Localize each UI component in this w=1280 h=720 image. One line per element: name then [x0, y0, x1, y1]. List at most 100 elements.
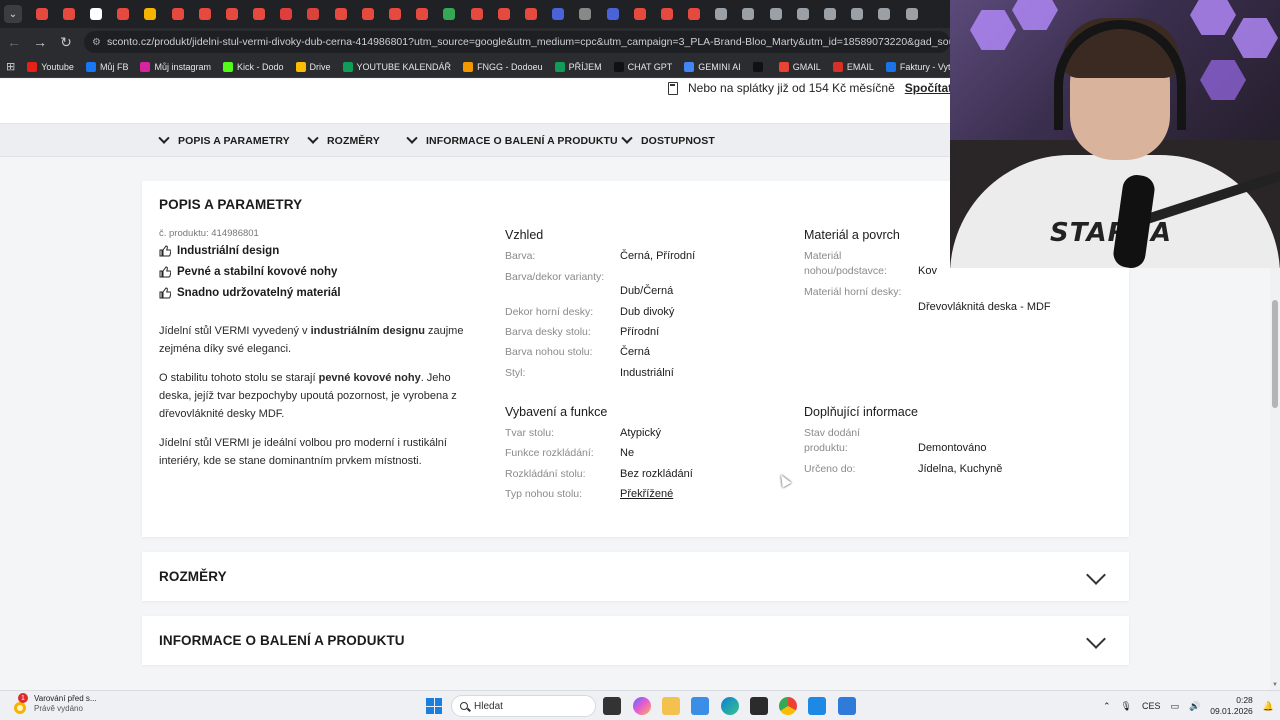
task-view-icon[interactable] — [603, 697, 621, 715]
bookmark-item[interactable]: Můj instagram — [140, 61, 211, 72]
anchor-availability[interactable]: DOSTUPNOST — [621, 124, 715, 158]
browser-tab[interactable] — [300, 0, 327, 28]
bookmark-item[interactable]: YOUTUBE KALENDÁŘ — [342, 61, 451, 72]
browser-tab[interactable] — [762, 0, 789, 28]
browser-tab[interactable] — [164, 0, 191, 28]
browser-tab[interactable] — [490, 0, 517, 28]
browser-tab[interactable] — [517, 0, 544, 28]
browser-tab[interactable] — [381, 0, 408, 28]
app-icon[interactable] — [838, 697, 856, 715]
tab-favicon-icon — [878, 8, 891, 20]
tab-favicon-icon — [361, 8, 374, 20]
copilot-icon[interactable] — [633, 697, 651, 715]
browser-tab[interactable] — [55, 0, 82, 28]
browser-tab[interactable] — [273, 0, 300, 28]
notification-widget[interactable]: 1 Varování před s... Právě vydáno — [12, 693, 97, 715]
browser-tab[interactable] — [735, 0, 762, 28]
forward-button[interactable]: → — [28, 30, 52, 54]
browser-tab[interactable] — [110, 0, 137, 28]
bookmark-item[interactable] — [752, 61, 767, 72]
browser-tab[interactable] — [708, 0, 735, 28]
browser-tab[interactable] — [816, 0, 843, 28]
browser-tab[interactable] — [572, 0, 599, 28]
browser-tab[interactable] — [681, 0, 708, 28]
thumbs-up-icon — [159, 287, 171, 299]
bookmark-item[interactable]: Faktury - Vytváření — [885, 61, 950, 72]
browser-tab[interactable] — [898, 0, 925, 28]
browser-tab[interactable] — [409, 0, 436, 28]
anchor-label: POPIS A PARAMETRY — [178, 135, 290, 147]
param-key: Barva: — [505, 250, 536, 262]
anchor-packaging[interactable]: INFORMACE O BALENÍ A PRODUKTU — [406, 124, 618, 158]
address-bar[interactable]: ⚙ sconto.cz/produkt/jidelni-stul-vermi-d… — [84, 31, 950, 53]
taskbar-search[interactable]: Hledat — [451, 695, 596, 717]
site-info-icon[interactable]: ⚙ — [92, 37, 101, 48]
reload-button[interactable]: ↻ — [54, 30, 78, 54]
bookmark-favicon-icon — [554, 61, 565, 72]
bookmark-label: Faktury - Vytváření — [899, 61, 950, 72]
browser-tab[interactable] — [871, 0, 898, 28]
tab-favicon-icon — [688, 8, 701, 20]
language-indicator[interactable]: CES — [1142, 701, 1161, 711]
terminal-icon[interactable] — [750, 697, 768, 715]
browser-tab[interactable] — [354, 0, 381, 28]
chevron-down-icon[interactable] — [1086, 629, 1106, 649]
browser-tab[interactable] — [599, 0, 626, 28]
app-icon[interactable] — [808, 697, 826, 715]
scroll-down-arrow[interactable]: ▼ — [1272, 682, 1278, 688]
browser-tab[interactable] — [463, 0, 490, 28]
chevron-down-icon[interactable] — [1086, 565, 1106, 585]
notification-bell-icon[interactable]: 🔔 — [1263, 701, 1274, 712]
installment-info: Nebo na splátky již od 154 Kč měsíčně Sp… — [668, 79, 962, 97]
param-key: Barva nohou stolu: — [505, 346, 593, 358]
browser-tab[interactable] — [218, 0, 245, 28]
volume-icon[interactable]: 🔊 — [1189, 701, 1200, 712]
chevron-up-icon[interactable]: ⌃ — [1103, 701, 1111, 712]
browser-tab[interactable] — [137, 0, 164, 28]
bookmark-item[interactable]: Kick - Dodo — [222, 61, 284, 72]
browser-tab[interactable] — [789, 0, 816, 28]
browser-tab[interactable] — [327, 0, 354, 28]
clock[interactable]: 0:28 09.01.2026 — [1210, 695, 1253, 717]
bookmark-item[interactable]: PŘÍJEM — [554, 61, 602, 72]
start-button[interactable] — [426, 698, 442, 714]
scroll-thumb[interactable] — [1272, 300, 1278, 408]
bookmark-item[interactable]: GMAIL — [778, 61, 821, 72]
bookmark-favicon-icon — [885, 61, 896, 72]
network-icon[interactable]: ▭ — [1171, 701, 1180, 712]
bookmark-item[interactable]: Youtube — [27, 61, 74, 72]
browser-tab[interactable] — [626, 0, 653, 28]
file-explorer-icon[interactable] — [662, 697, 680, 715]
chrome-icon[interactable] — [779, 697, 797, 715]
param-key: Stav dodání produktu: — [804, 427, 861, 454]
bookmark-item[interactable]: Můj FB — [85, 61, 128, 72]
edge-icon[interactable] — [721, 697, 739, 715]
anchor-dimensions[interactable]: ROZMĚRY — [307, 124, 380, 158]
browser-tab[interactable] — [28, 0, 55, 28]
bookmark-item[interactable]: CHAT GPT — [613, 61, 672, 72]
dimensions-section[interactable]: ROZMĚRY — [142, 552, 1129, 601]
tab-favicon-icon — [334, 8, 347, 20]
tab-list — [28, 0, 925, 28]
bookmark-item[interactable]: GEMINI AI — [684, 61, 741, 72]
bookmark-item[interactable]: EMAIL — [832, 61, 874, 72]
browser-tab[interactable] — [844, 0, 871, 28]
param-key: Funkce rozkládání: — [505, 447, 594, 459]
bookmark-item[interactable]: FNGG - Dodoeu — [463, 61, 543, 72]
browser-tab[interactable] — [545, 0, 572, 28]
browser-tab[interactable] — [436, 0, 463, 28]
browser-tab[interactable] — [82, 0, 109, 28]
outlook-icon[interactable] — [691, 697, 709, 715]
tab-search-button[interactable]: ⌄ — [4, 5, 22, 23]
apps-grid-icon[interactable]: ⊞ — [6, 60, 15, 73]
anchor-description[interactable]: POPIS A PARAMETRY — [158, 124, 290, 158]
microphone-icon[interactable]: 🎙 — [1121, 701, 1132, 712]
bookmark-item[interactable]: Drive — [295, 61, 331, 72]
leg-type-link[interactable]: Překřížené — [620, 488, 673, 500]
browser-tab[interactable] — [191, 0, 218, 28]
browser-tab[interactable] — [653, 0, 680, 28]
back-button[interactable]: ← — [2, 30, 26, 54]
param-value: Bez rozkládání — [620, 468, 693, 480]
browser-tab[interactable] — [246, 0, 273, 28]
packaging-section[interactable]: INFORMACE O BALENÍ A PRODUKTU — [142, 616, 1129, 665]
